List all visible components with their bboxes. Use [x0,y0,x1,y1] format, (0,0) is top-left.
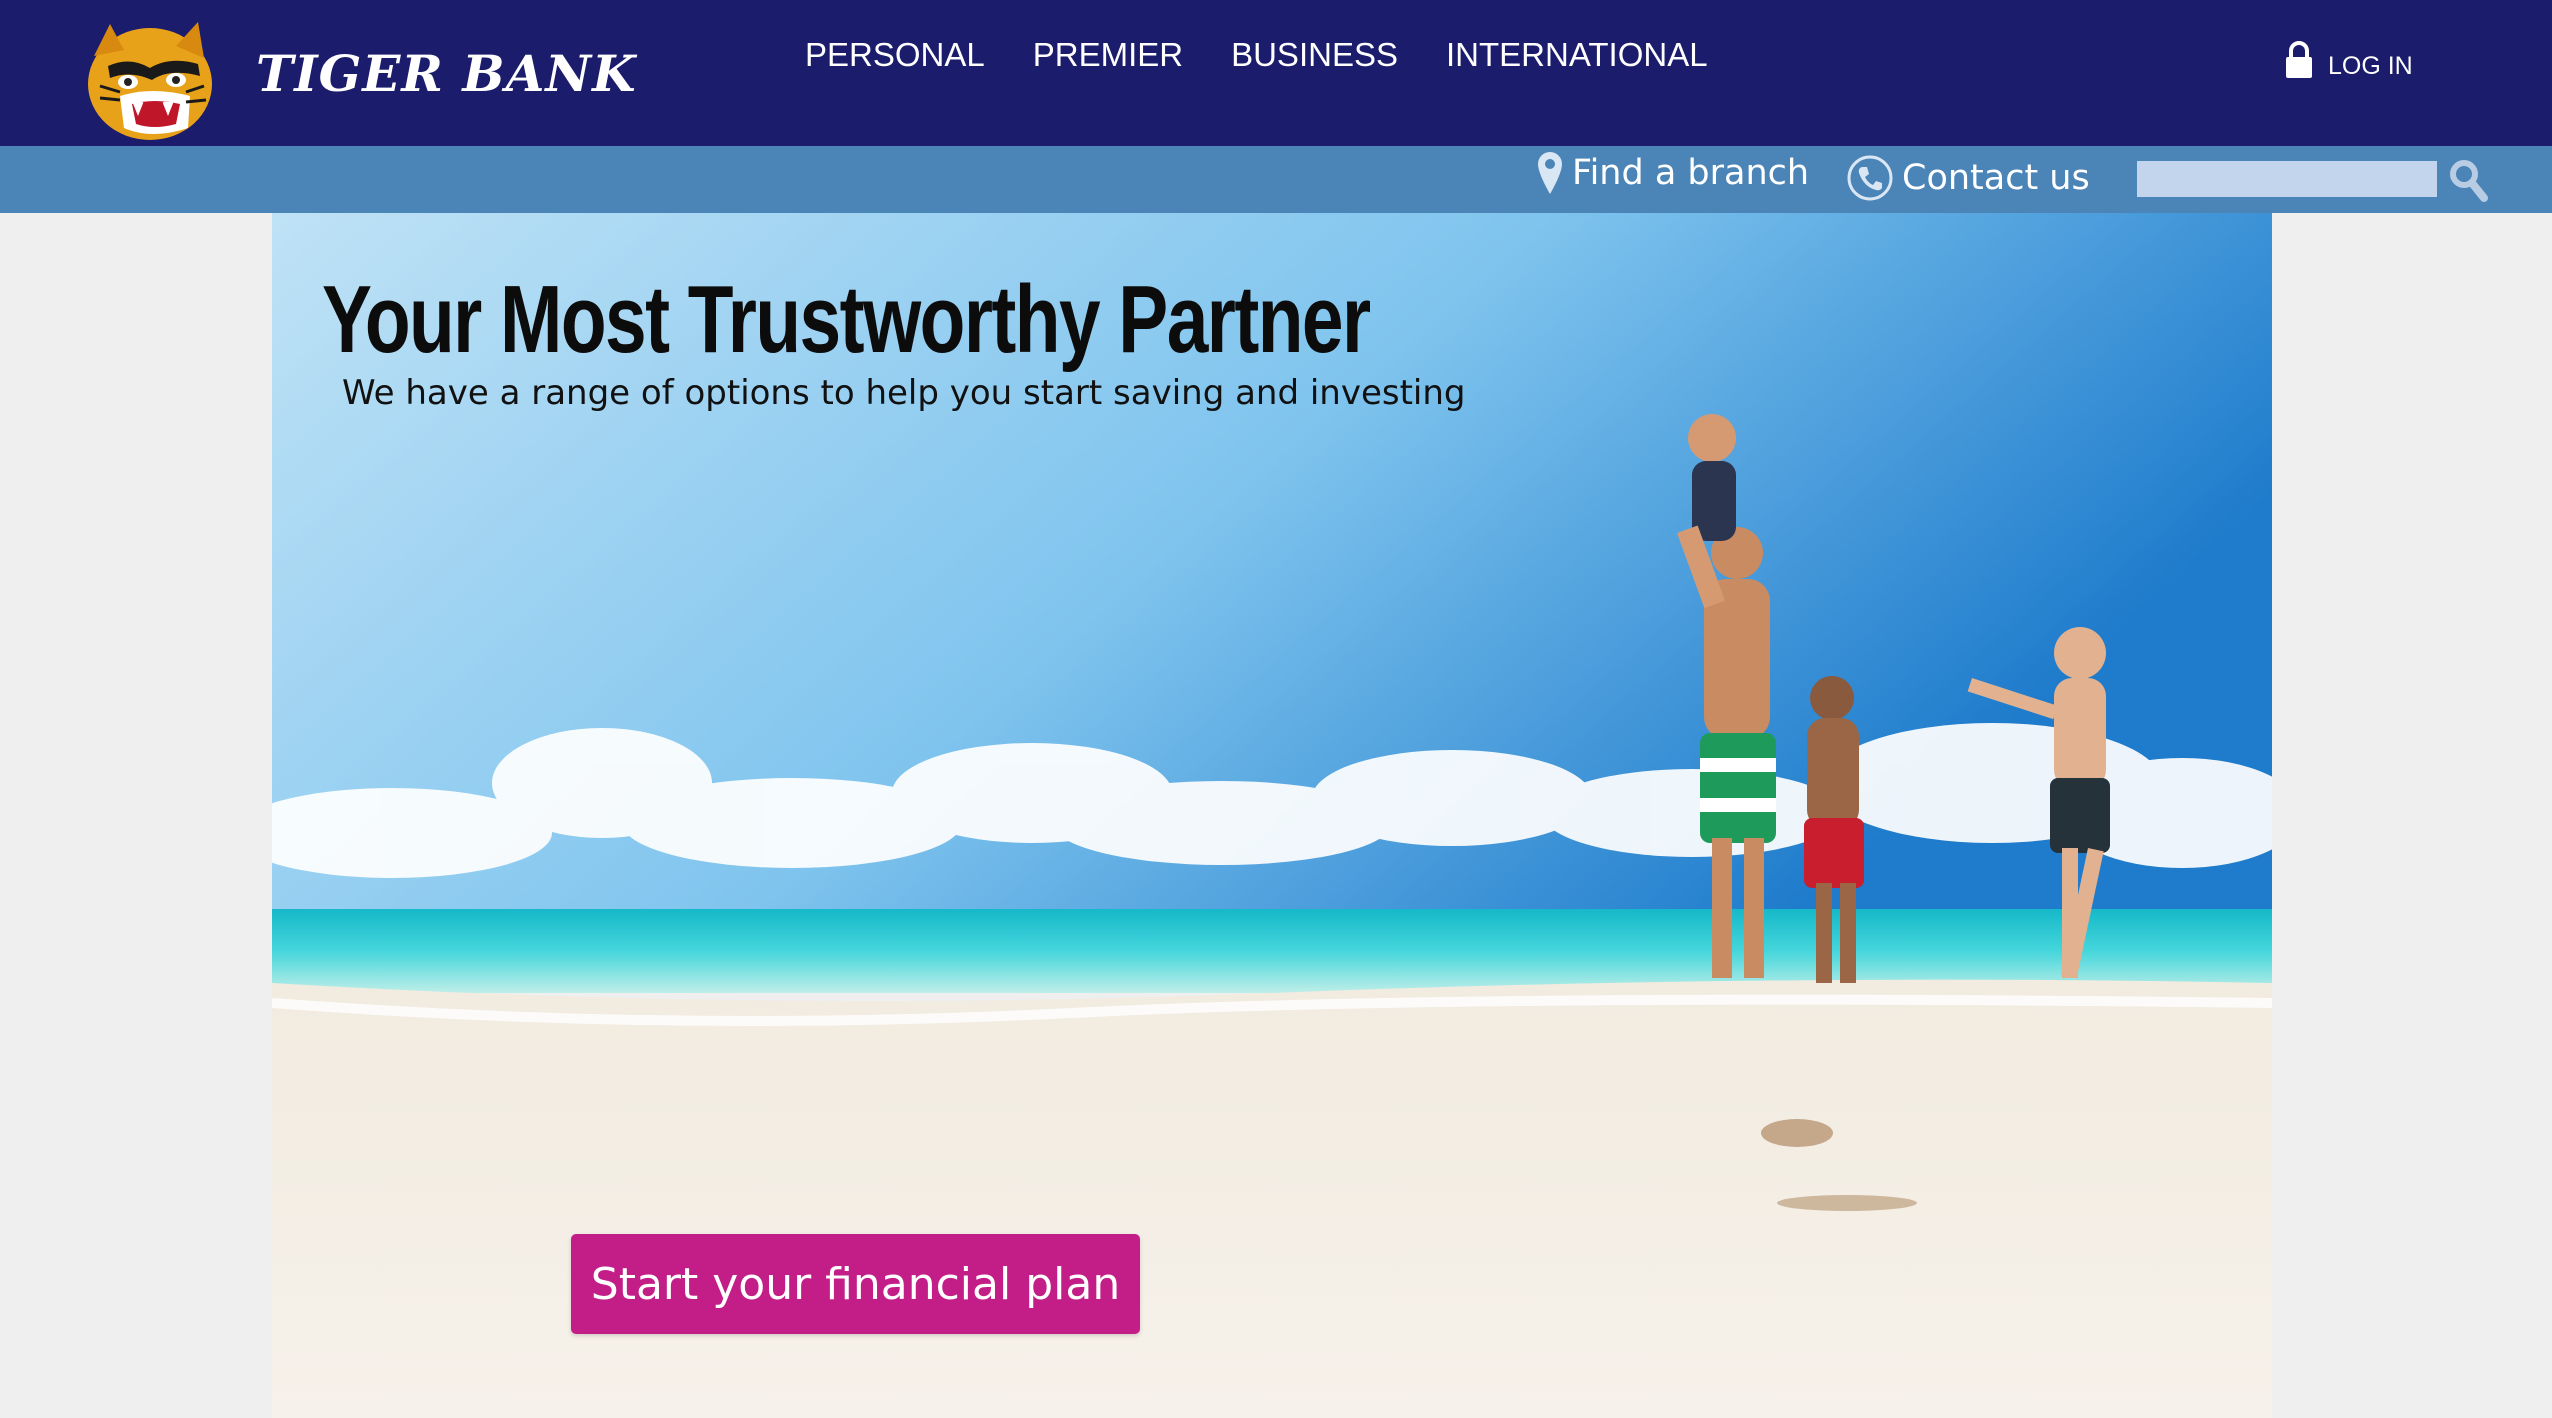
brand-name[interactable]: TIGER BANK [256,44,637,104]
map-pin-icon [1538,152,1562,194]
contact-us-link[interactable]: Contact us [1846,154,2090,202]
lock-icon [2286,40,2312,78]
nav-personal[interactable]: PERSONAL [805,30,985,80]
hero-title: Your Most Trustworthy Partner [322,266,1371,373]
contact-us-label: Contact us [1902,158,2090,198]
top-navigation-bar: TIGER BANK PERSONAL PREMIER BUSINESS INT… [0,0,2552,146]
start-financial-plan-button[interactable]: Start your financial plan [571,1234,1140,1334]
login-link[interactable]: LOG IN [2284,38,2413,81]
phone-icon [1847,155,1893,201]
hero-banner: Your Most Trustworthy Partner We have a … [272,213,2272,1418]
search-icon[interactable] [2448,158,2488,202]
nav-premier[interactable]: PREMIER [1033,30,1183,80]
tiger-head-icon[interactable] [80,16,226,144]
find-branch-link[interactable]: Find a branch [1536,150,1809,196]
hero-subtitle: We have a range of options to help you s… [342,373,1466,413]
search-input[interactable] [2137,161,2437,197]
nav-international[interactable]: INTERNATIONAL [1446,30,1708,80]
find-branch-label: Find a branch [1572,153,1810,193]
login-label: LOG IN [2328,52,2413,80]
nav-business[interactable]: BUSINESS [1231,30,1398,80]
main-navigation: PERSONAL PREMIER BUSINESS INTERNATIONAL [805,30,1708,80]
